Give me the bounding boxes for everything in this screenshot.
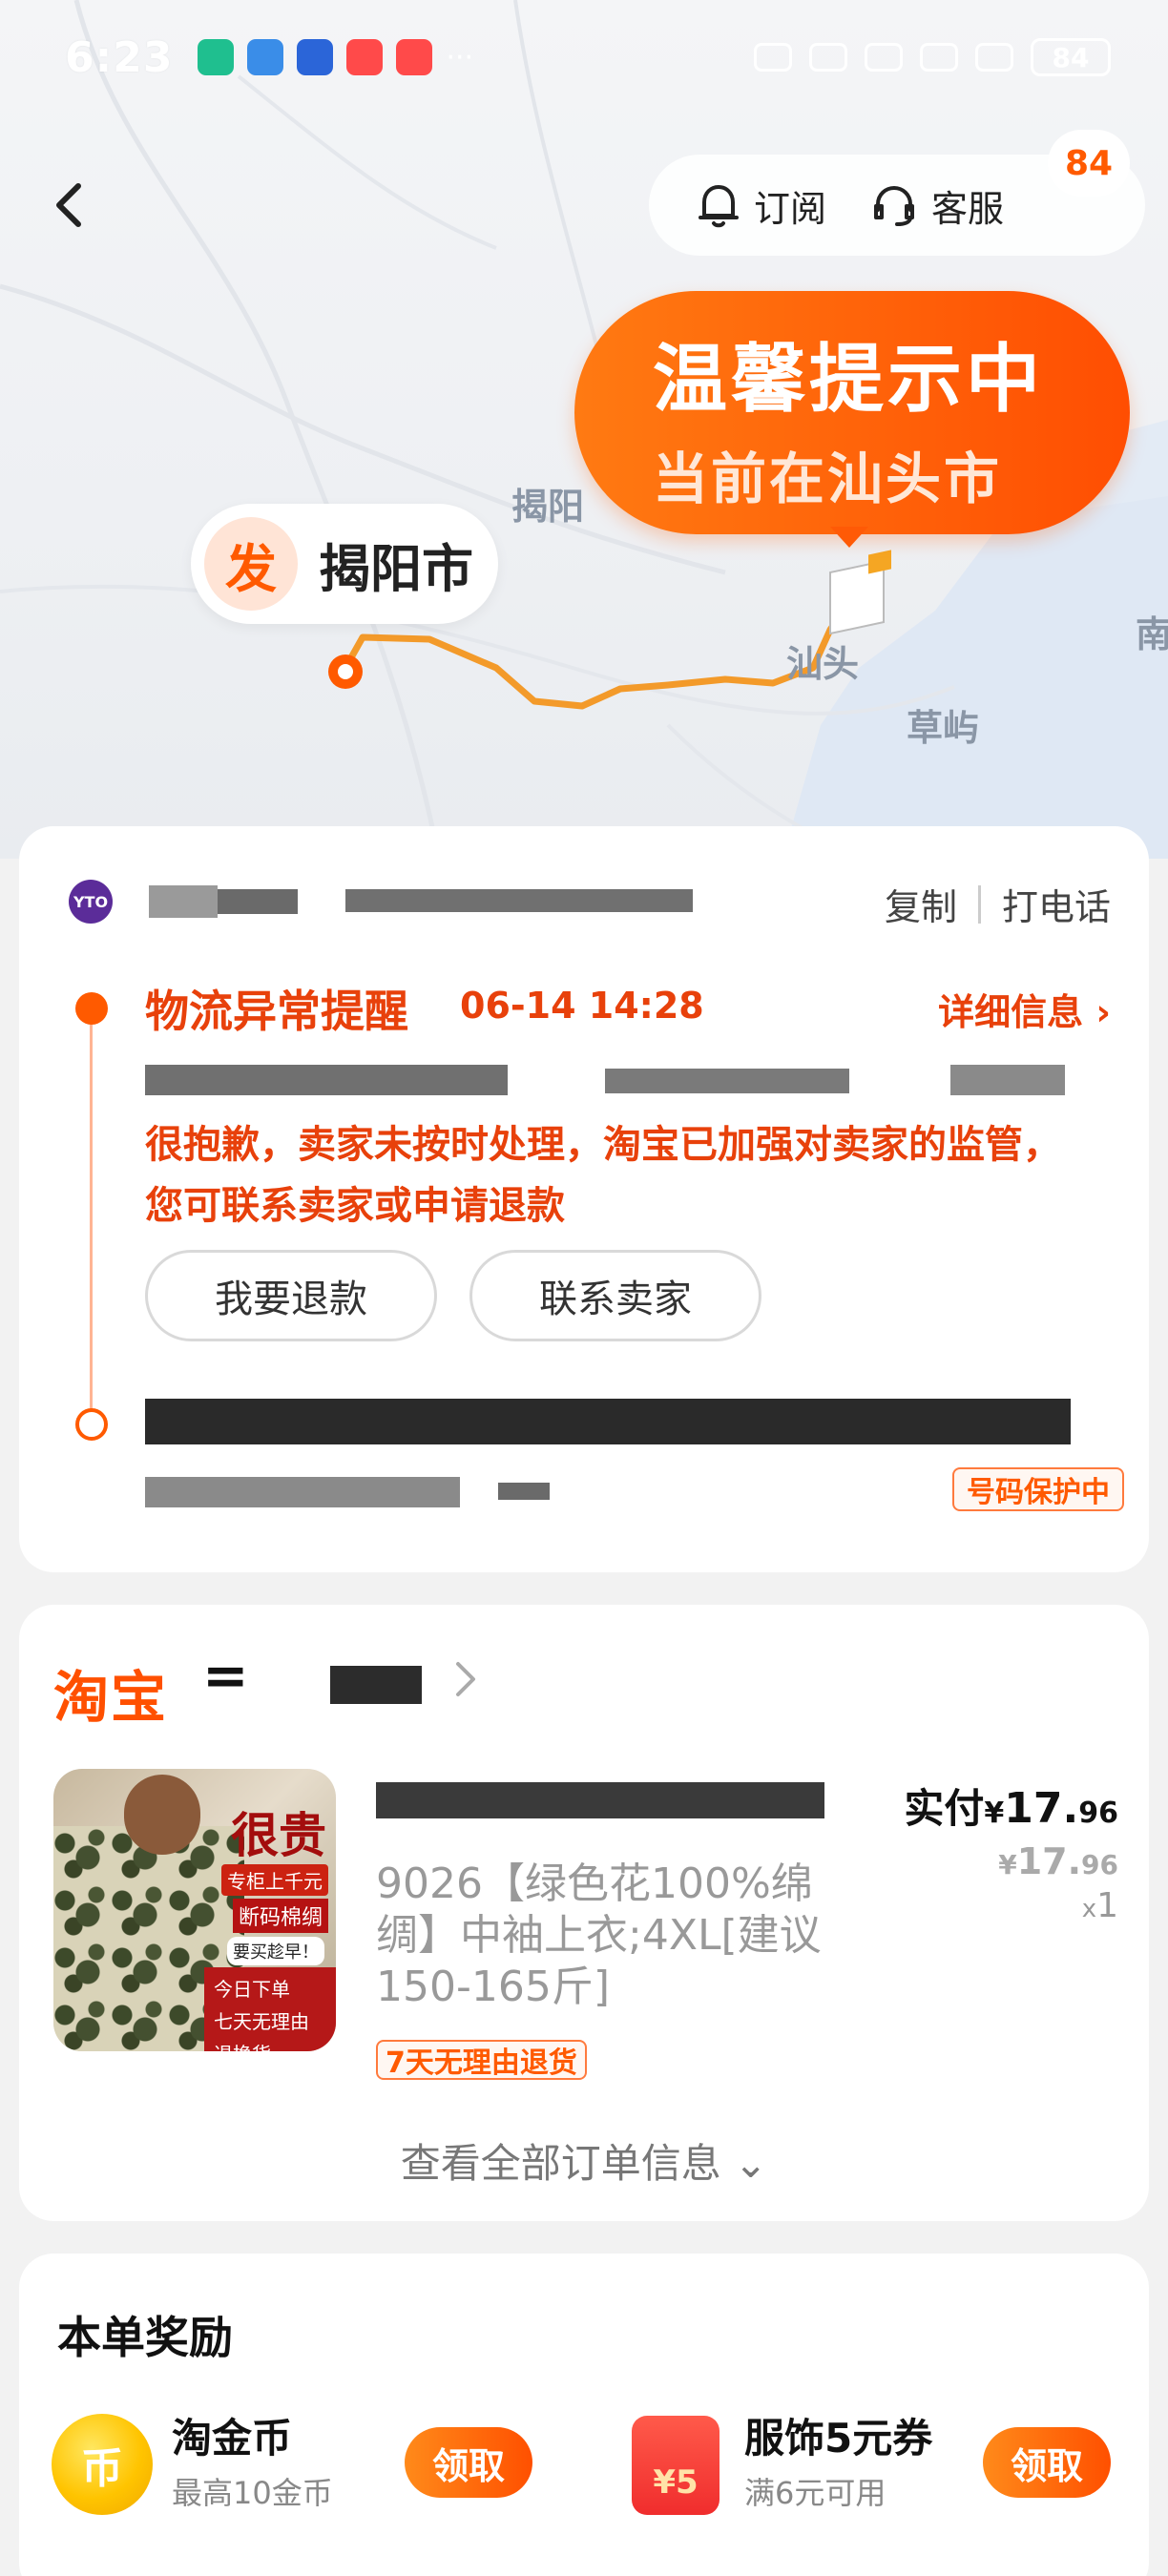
timeline-line — [90, 1009, 93, 1420]
vibrate-icon — [865, 43, 903, 72]
timeline-dot-active — [75, 992, 108, 1025]
redacted-text — [950, 1065, 1065, 1095]
detail-info-link[interactable]: 详细信息 › — [938, 983, 1111, 1035]
tip-subtitle: 当前在汕头市 — [653, 447, 1003, 511]
price-column: 实付¥17.96 ¥17.96 x1 — [904, 1776, 1118, 1925]
number-protection-tag: 号码保护中 — [952, 1467, 1124, 1511]
order-card: 淘宝 = 很贵 专柜上千元 断码棉绸 要买趁早！ 今日下单 七天无理由退换货 9… — [19, 1605, 1149, 2221]
origin-marker[interactable]: 发 揭阳市 — [191, 504, 498, 624]
redacted-carrier-name — [149, 885, 218, 918]
claim-coins-button[interactable]: 领取 — [405, 2427, 532, 2498]
shop-name-prefix: = — [202, 1643, 249, 1708]
more-notifications-icon: ··· — [446, 40, 474, 74]
origin-city: 揭阳市 — [319, 538, 473, 599]
app-notification-icon — [396, 39, 433, 75]
redacted-text — [605, 1069, 849, 1093]
exception-title: 物流异常提醒 — [145, 986, 408, 1037]
reward-subtitle: 满6元可用 — [744, 2475, 886, 2511]
app-notification-icon — [247, 39, 284, 75]
logistics-map[interactable]: 6:23 ··· 84 订阅 客服 84 温馨提示中 当前在汕头市 发 揭阳市 … — [0, 0, 1168, 859]
system-status-icons: 84 — [754, 38, 1111, 76]
contact-seller-button[interactable]: 联系卖家 — [469, 1250, 761, 1341]
bluetooth-icon — [809, 43, 847, 72]
map-label-caoyu: 草屿 — [907, 707, 980, 749]
view-all-order-info[interactable]: 查看全部订单信息 ⌄ — [19, 2131, 1149, 2190]
product-image[interactable]: 很贵 专柜上千元 断码棉绸 要买趁早！ 今日下单 七天无理由退换货 — [53, 1769, 336, 2051]
call-button[interactable]: 打电话 — [1002, 878, 1111, 930]
map-label-jieyang: 揭阳 — [511, 486, 585, 528]
battery-indicator: 84 — [1031, 38, 1111, 76]
copy-button[interactable]: 复制 — [885, 878, 957, 930]
reward-name: 淘金币 — [172, 2415, 293, 2462]
redacted-tracking-number — [345, 889, 693, 912]
app-notification-icon — [198, 39, 235, 75]
timeline-dot — [75, 1408, 108, 1441]
back-button[interactable] — [46, 177, 92, 234]
refund-button[interactable]: 我要退款 — [145, 1250, 437, 1341]
origin-badge: 发 — [204, 517, 298, 611]
map-label-nan: 南 — [1136, 613, 1168, 655]
subscribe-button[interactable]: 订阅 — [697, 179, 826, 232]
app-notification-icon — [297, 39, 334, 75]
tip-pointer — [830, 527, 868, 548]
notification-icons — [198, 39, 433, 75]
paid-price: 实付¥17.96 — [904, 1784, 1118, 1833]
redacted-product-name[interactable] — [376, 1782, 824, 1818]
eye-icon — [754, 43, 792, 72]
return-policy-tag: 7天无理由退货 — [376, 2040, 587, 2080]
coin-icon: 币 — [52, 2414, 153, 2515]
headset-icon — [874, 186, 915, 226]
claim-coupon-button[interactable]: 领取 — [983, 2427, 1111, 2498]
redacted-address — [145, 1399, 1071, 1444]
chevron-left-icon — [56, 183, 81, 227]
signal-icon — [975, 43, 1013, 72]
redacted-recipient — [145, 1477, 460, 1507]
package-marker — [829, 550, 891, 635]
service-label: 客服 — [931, 187, 1005, 230]
coupon-icon: ¥5 — [632, 2416, 720, 2515]
location-tip-bubble[interactable]: 温馨提示中 当前在汕头市 — [574, 291, 1130, 534]
taobao-logo: 淘宝 — [53, 1665, 169, 1730]
rewards-card: 本单奖励 币 淘金币 最高10金币 领取 ¥5 服饰5元券 满6元可用 领取 — [19, 2254, 1149, 2576]
map-label-shantou: 汕头 — [786, 643, 860, 685]
redacted-recipient — [498, 1483, 550, 1500]
quantity: x1 — [1081, 1886, 1118, 1925]
product-title[interactable]: 9026【绿色花100%绵绸】中袖上衣;4XL[建议150-165斤] — [376, 1859, 872, 2013]
rewards-title: 本单奖励 — [57, 2312, 233, 2363]
notification-badge[interactable]: 84 — [1048, 130, 1130, 197]
redacted-carrier-name — [218, 889, 298, 914]
redacted-shop-name[interactable] — [330, 1666, 422, 1704]
exception-time: 06-14 14:28 — [460, 985, 704, 1027]
copy-call-group: 复制 打电话 — [885, 878, 1111, 930]
bell-icon — [699, 185, 739, 228]
tip-title: 温馨提示中 — [653, 337, 1045, 423]
logistics-card: YTO 复制 打电话 物流异常提醒 06-14 14:28 详细信息 › 很抱歉… — [19, 826, 1149, 1572]
exception-message: 很抱歉，卖家未按时处理，淘宝已加强对卖家的监管，您可联系卖家或申请退款 — [145, 1123, 1061, 1228]
reward-name: 服饰5元券 — [744, 2415, 933, 2462]
status-bar: 6:23 ··· 84 — [0, 0, 1168, 114]
original-price: ¥17.96 — [998, 1840, 1118, 1882]
subscribe-label: 订阅 — [754, 187, 827, 230]
carrier-logo: YTO — [69, 880, 113, 924]
redacted-text — [145, 1065, 508, 1095]
wifi-icon — [920, 43, 958, 72]
chevron-right-icon[interactable] — [447, 1652, 485, 1706]
status-time: 6:23 — [65, 32, 174, 82]
customer-service-button[interactable]: 客服 — [870, 179, 1004, 232]
app-notification-icon — [346, 39, 384, 75]
divider — [977, 884, 981, 924]
reward-subtitle: 最高10金币 — [172, 2475, 333, 2511]
